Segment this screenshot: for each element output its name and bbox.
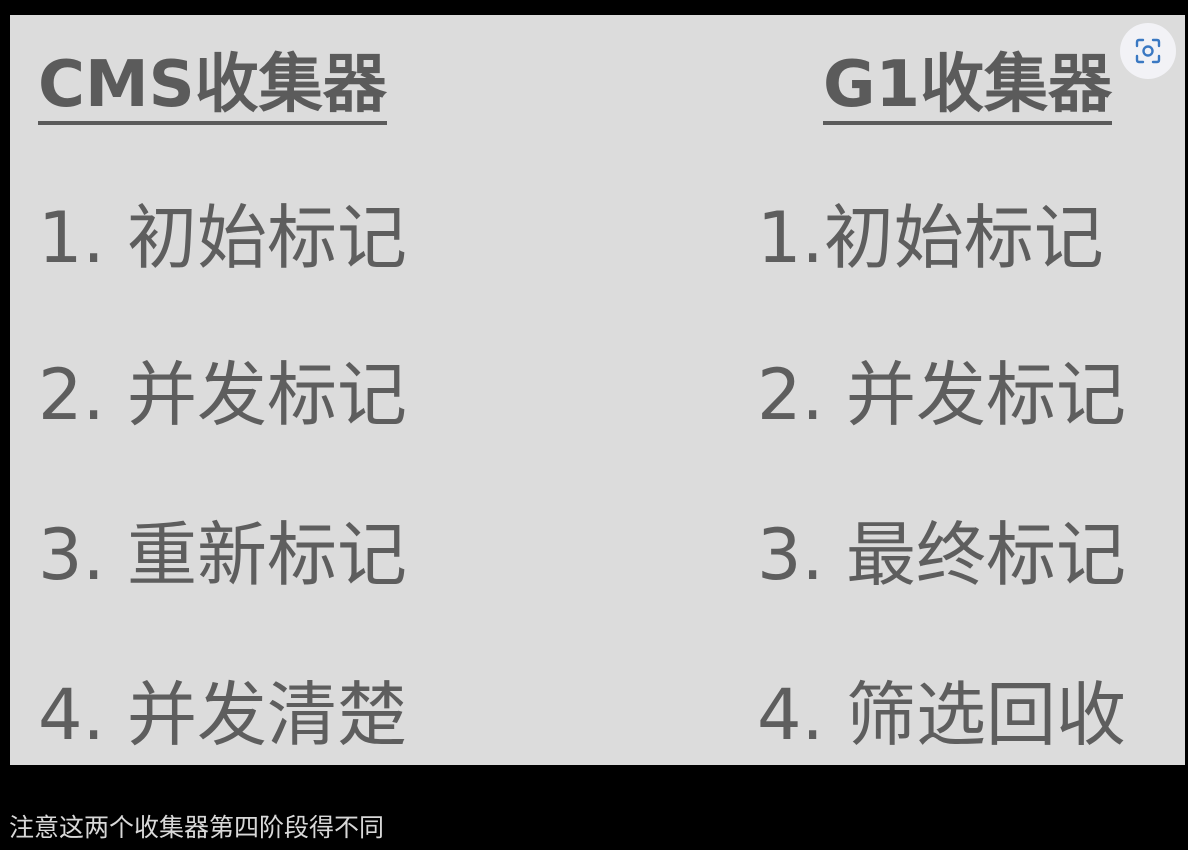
cms-step-4: 4. 并发清楚	[38, 674, 408, 756]
g1-step-3: 3. 最终标记	[757, 514, 1127, 596]
cms-collector-title: CMS收集器	[38, 53, 387, 125]
visual-search-button[interactable]	[1120, 23, 1176, 79]
g1-step-2: 2. 并发标记	[757, 354, 1127, 436]
g1-step-4: 4. 筛选回收	[757, 674, 1127, 756]
cms-step-1: 1. 初始标记	[38, 197, 408, 279]
cms-step-3: 3. 重新标记	[38, 514, 408, 596]
g1-step-1: 1.初始标记	[757, 197, 1104, 279]
page: CMS收集器 1. 初始标记 2. 并发标记 3. 重新标记 4. 并发清楚 G…	[0, 0, 1188, 850]
caption-text: 注意这两个收集器第四阶段得不同	[9, 813, 385, 842]
comparison-image: CMS收集器 1. 初始标记 2. 并发标记 3. 重新标记 4. 并发清楚 G…	[10, 15, 1185, 765]
visual-search-icon	[1135, 38, 1161, 64]
g1-collector-title: G1收集器	[823, 53, 1113, 125]
cms-step-2: 2. 并发标记	[38, 354, 408, 436]
